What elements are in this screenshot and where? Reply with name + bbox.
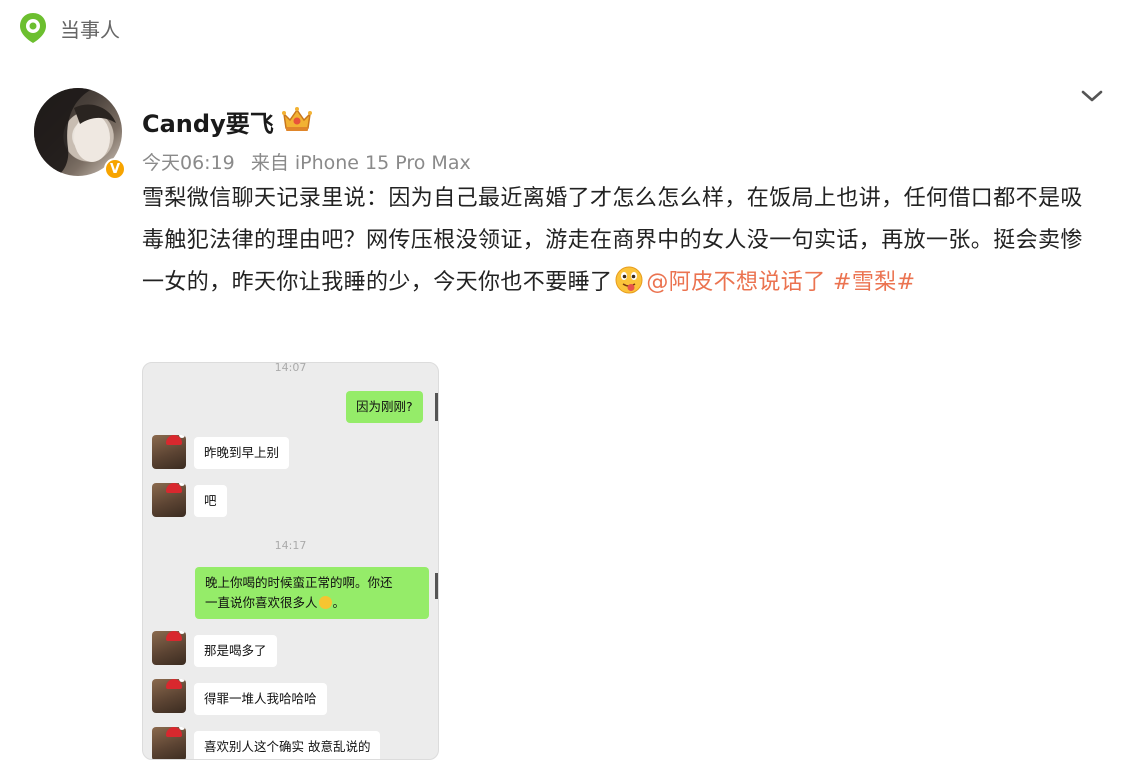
chat-avatar <box>152 727 186 759</box>
chat-bubble-other: 得罪一堆人我哈哈哈 <box>194 683 327 715</box>
chat-bubble-other: 吧 <box>194 485 227 517</box>
user-mention-link[interactable]: @阿皮不想说话了 <box>646 270 825 295</box>
attached-image[interactable]: 14:07 因为刚刚? 昨晚到早上别 吧 14:17 晚上你喝的时候蛮正常的啊。… <box>142 362 439 760</box>
chat-avatar <box>152 631 186 665</box>
chat-avatar <box>152 483 186 517</box>
chat-avatar <box>152 679 186 713</box>
post-time: 今天06:19 <box>142 152 235 174</box>
scroll-mark <box>435 573 438 599</box>
chat-bubble-other: 那是喝多了 <box>194 635 277 667</box>
chat-bubble-text: 。 <box>332 595 346 610</box>
crown-icon[interactable] <box>280 102 314 136</box>
topic-tag-label: 当事人 <box>60 17 120 42</box>
author-name[interactable]: Candy要飞 <box>142 104 274 139</box>
post-meta: 今天06:19 来自 iPhone 15 Pro Max <box>142 148 481 175</box>
chat-bubble-line: 晚上你喝的时候蛮正常的啊。你还 <box>205 575 393 590</box>
chat-bubble-me: 晚上你喝的时候蛮正常的啊。你还 一直说你喜欢很多人。 <box>195 567 429 619</box>
chat-avatar <box>152 435 186 469</box>
post-source: 来自 iPhone 15 Pro Max <box>250 152 471 174</box>
post-body: 雪梨微信聊天记录里说：因为自己最近离婚了才怎么怎么样，在饭局上也讲，任何借口都不… <box>142 186 1083 295</box>
chat-timestamp: 14:07 <box>274 362 307 374</box>
verified-badge: V <box>104 158 126 180</box>
chat-bubble-line: 一直说你喜欢很多人。 <box>205 593 419 613</box>
hashtag-link[interactable]: #雪梨# <box>833 270 915 295</box>
post-text: 雪梨微信聊天记录里说：因为自己最近离婚了才怎么怎么样，在饭局上也讲，任何借口都不… <box>142 178 1092 304</box>
weibo-post: 当事人 V Candy要飞 今天06:19 来自 iPhone 15 Pro M… <box>0 0 1125 777</box>
chat-bubble-text: 一直说你喜欢很多人 <box>205 595 318 610</box>
chevron-down-icon[interactable] <box>1078 82 1106 110</box>
laughing-emoji <box>318 596 332 609</box>
tongue-out-emoji <box>615 266 643 294</box>
topic-tag[interactable]: 当事人 <box>18 10 120 46</box>
scroll-mark <box>435 393 438 421</box>
location-pin-icon <box>20 13 46 43</box>
chat-timestamp: 14:17 <box>274 539 307 552</box>
chat-bubble-other: 昨晚到早上别 <box>194 437 290 469</box>
chat-bubble-other: 喜欢别人这个确实 故意乱说的 <box>194 731 381 759</box>
chat-bubble-me: 因为刚刚? <box>346 391 423 423</box>
